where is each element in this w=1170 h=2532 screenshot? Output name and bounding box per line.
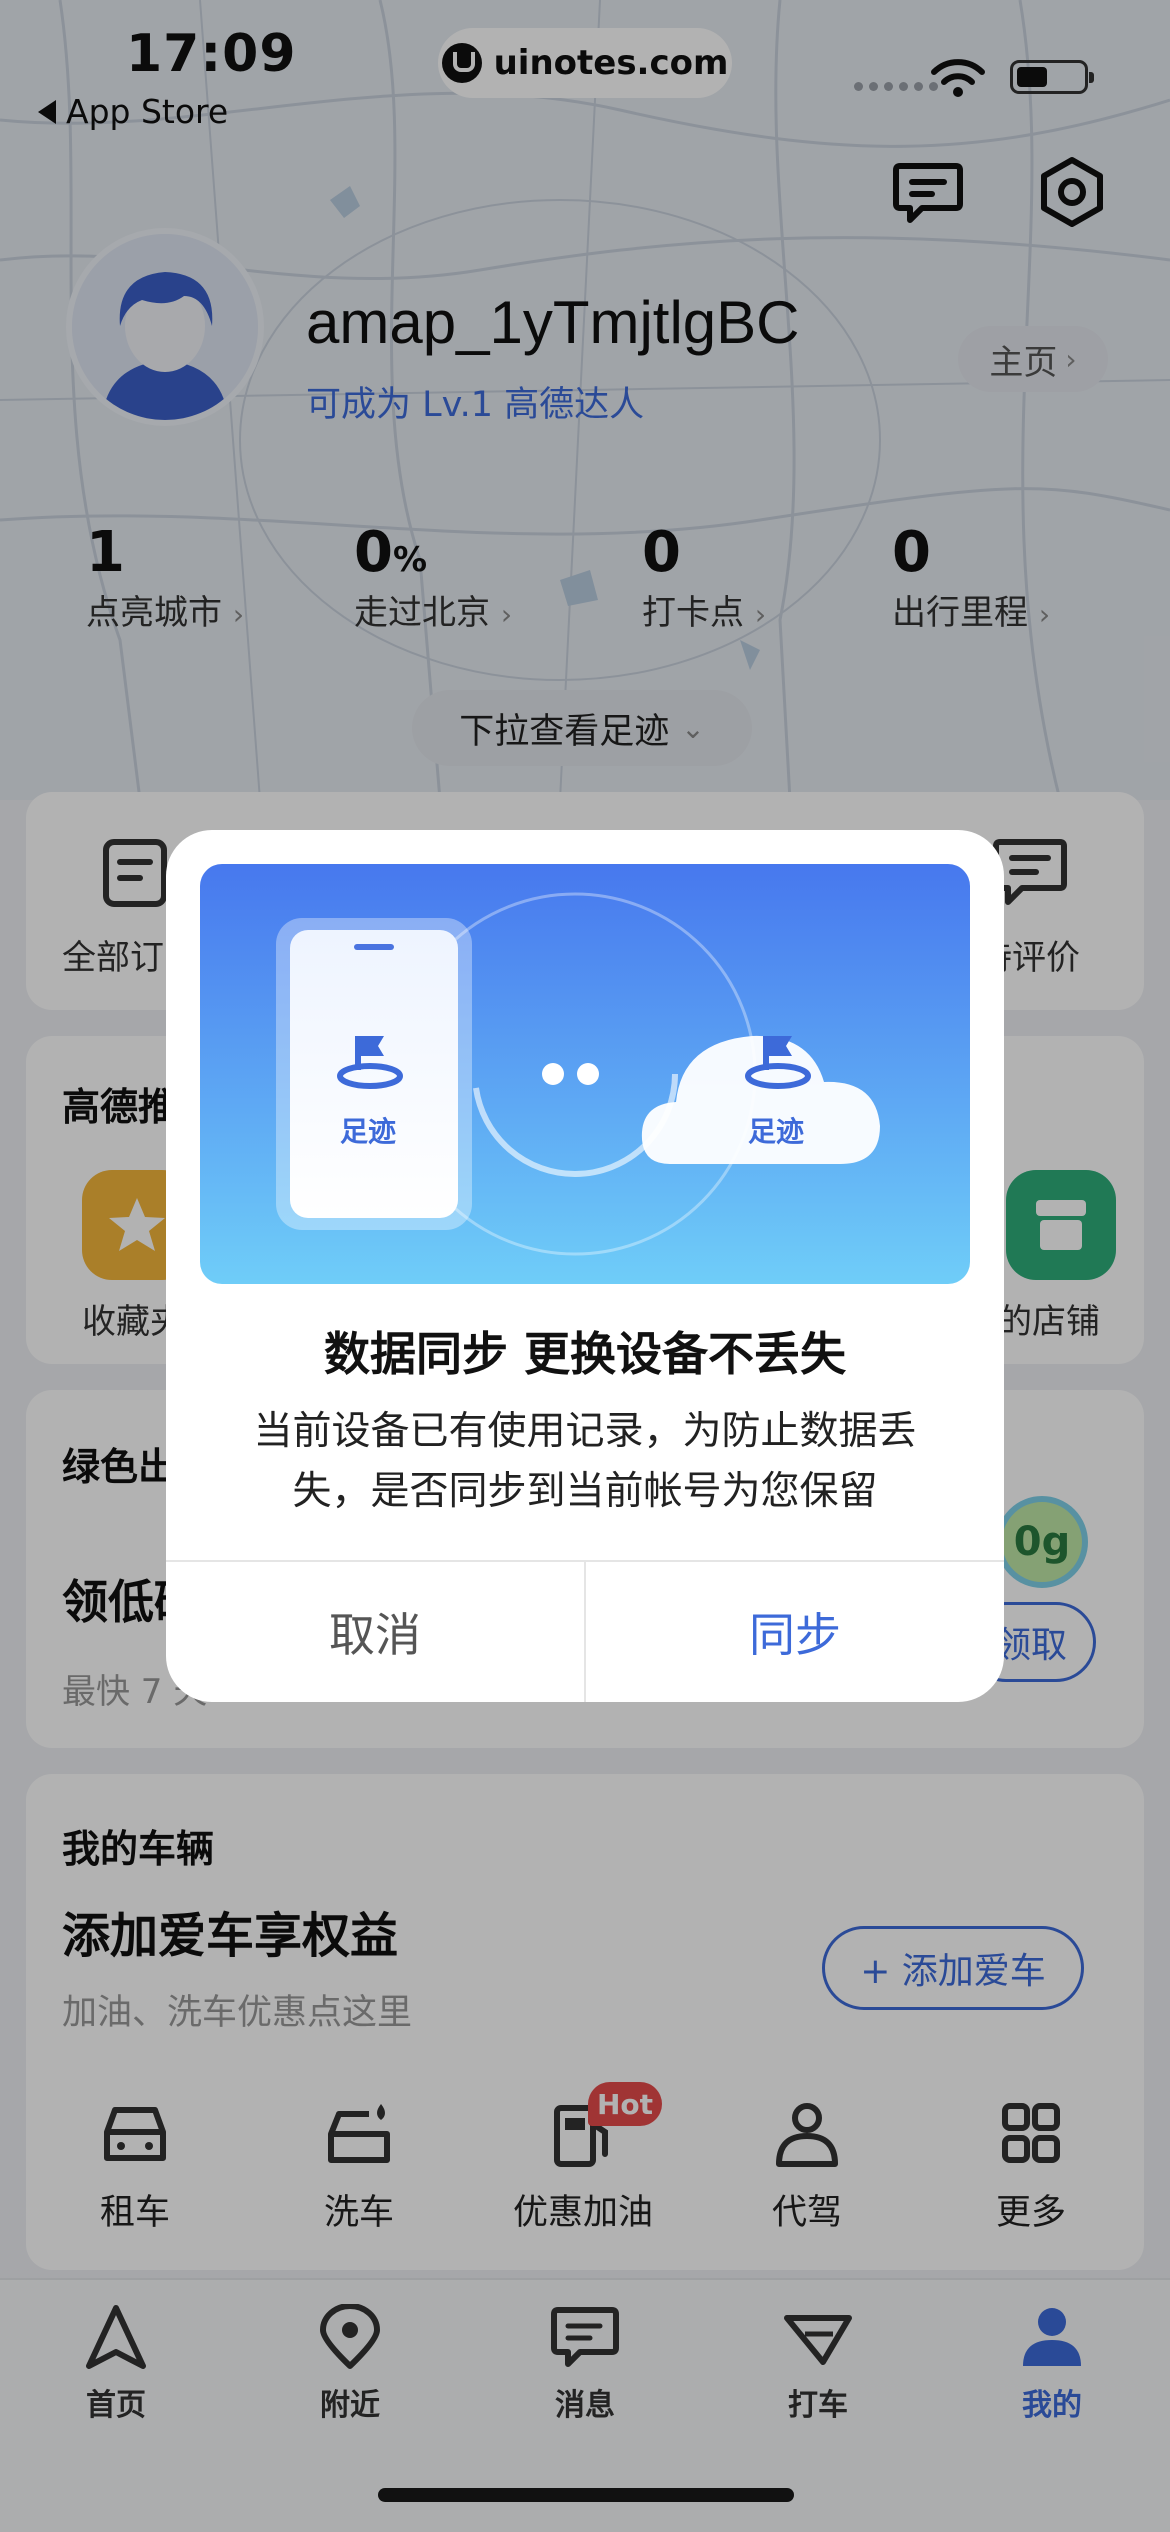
cancel-button[interactable]: 取消: [166, 1562, 586, 1702]
home-indicator[interactable]: [378, 2488, 794, 2502]
cloud-footprint-label: 足迹: [748, 1115, 805, 1148]
sync-dialog: 足迹 足迹 数据同步 更换设备不丢失 当前设备已有使用记录，为防止数据丢失，是否…: [166, 830, 1004, 1702]
dialog-title: 数据同步 更换设备不丢失: [323, 1327, 846, 1381]
sync-illustration: 足迹 足迹: [200, 864, 970, 1284]
sync-button[interactable]: 同步: [586, 1562, 1004, 1702]
phone-footprint-label: 足迹: [340, 1115, 397, 1148]
dialog-body: 当前设备已有使用记录，为防止数据丢失，是否同步到当前帐号为您保留: [253, 1409, 917, 1514]
dialog-actions: 取消 同步: [166, 1560, 1004, 1702]
